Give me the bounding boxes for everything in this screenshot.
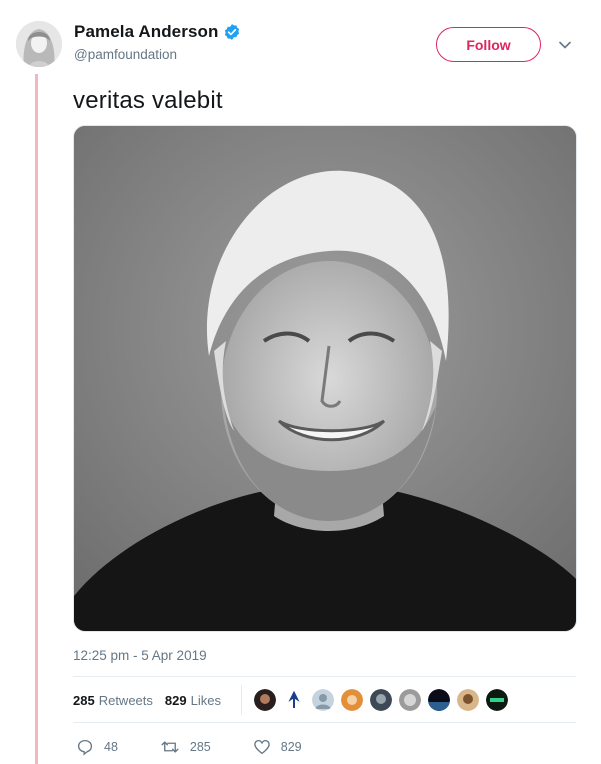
retweets-count[interactable]: 285 bbox=[73, 693, 95, 708]
verified-badge-icon bbox=[223, 23, 241, 41]
follow-button[interactable]: Follow bbox=[436, 27, 541, 62]
divider-top bbox=[73, 676, 576, 677]
tweet-text: veritas valebit bbox=[73, 87, 223, 114]
retweet-count: 285 bbox=[189, 740, 211, 754]
reply-icon bbox=[77, 739, 93, 756]
liker-avatar-icon[interactable] bbox=[427, 689, 450, 711]
heart-icon bbox=[253, 739, 270, 755]
retweet-icon bbox=[161, 741, 179, 753]
author-display-name[interactable]: Pamela Anderson bbox=[74, 22, 218, 42]
like-count: 829 bbox=[280, 740, 302, 754]
retweets-label[interactable]: Retweets bbox=[99, 693, 153, 708]
author-handle[interactable]: @pamfoundation bbox=[74, 47, 241, 62]
tweet-actions: 48 285 829 bbox=[76, 738, 344, 756]
reply-button[interactable]: 48 bbox=[76, 738, 118, 756]
liker-avatar-icon[interactable] bbox=[340, 689, 363, 711]
likes-count[interactable]: 829 bbox=[165, 693, 187, 708]
author-info: Pamela Anderson @pamfoundation bbox=[74, 22, 241, 62]
liker-avatar-icon[interactable] bbox=[282, 689, 305, 711]
thread-line bbox=[35, 74, 38, 764]
chevron-down-icon[interactable] bbox=[558, 38, 572, 52]
liker-avatar-icon[interactable] bbox=[311, 689, 334, 711]
retweet-button[interactable]: 285 bbox=[160, 738, 211, 756]
tweet-stats: 285 Retweets 829 Likes bbox=[73, 684, 508, 716]
liker-avatar-icon[interactable] bbox=[369, 689, 392, 711]
tweet-card: Pamela Anderson @pamfoundation Follow ve… bbox=[0, 0, 601, 764]
liker-avatar-icon[interactable] bbox=[456, 689, 479, 711]
likes-label[interactable]: Likes bbox=[191, 693, 221, 708]
tweet-timestamp[interactable]: 12:25 pm - 5 Apr 2019 bbox=[73, 648, 207, 663]
reply-count: 48 bbox=[104, 740, 118, 754]
liker-avatar-icon[interactable] bbox=[398, 689, 421, 711]
liker-avatar-icon[interactable] bbox=[253, 689, 276, 711]
divider-bottom bbox=[73, 722, 576, 723]
liker-avatar-icon[interactable] bbox=[485, 689, 508, 711]
liker-avatars bbox=[253, 689, 508, 711]
tweet-media-photo[interactable] bbox=[73, 125, 577, 632]
like-button[interactable]: 829 bbox=[253, 738, 302, 756]
stats-separator bbox=[240, 685, 242, 715]
author-avatar[interactable] bbox=[16, 21, 62, 67]
